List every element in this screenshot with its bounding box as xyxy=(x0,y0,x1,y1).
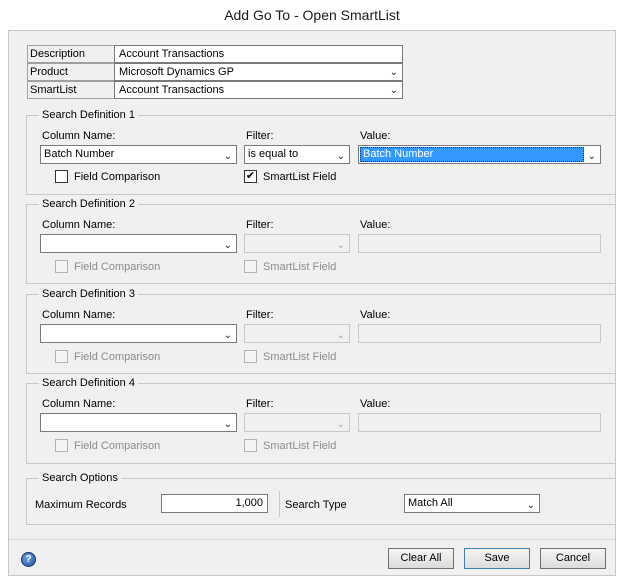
value-field[interactable] xyxy=(358,234,601,253)
value-dropdown[interactable]: Batch Number ⌄ xyxy=(358,145,601,164)
field-comparison-checkbox[interactable] xyxy=(55,260,68,273)
smartlist-dropdown[interactable]: Account Transactions ⌄ xyxy=(114,81,403,99)
help-icon[interactable]: ? xyxy=(21,552,36,567)
search-options-title: Search Options xyxy=(39,471,121,485)
value-field[interactable] xyxy=(358,324,601,343)
chevron-down-icon[interactable]: ⌄ xyxy=(224,237,232,254)
column-name-dropdown[interactable]: ⌄ xyxy=(40,413,237,432)
chevron-down-icon[interactable]: ⌄ xyxy=(224,148,232,165)
search-type-dropdown[interactable]: Match All ⌄ xyxy=(404,494,540,513)
smartlist-field-checkbox[interactable]: ✔ xyxy=(244,170,257,183)
smartlist-field-label: SmartList Field xyxy=(263,351,337,363)
smartlist-field-label: SmartList Field xyxy=(263,440,337,452)
chevron-down-icon[interactable]: ⌄ xyxy=(527,497,535,514)
maximum-records-label: Maximum Records xyxy=(35,499,127,511)
window-frame-right xyxy=(616,30,624,576)
maximum-records-value: 1,000 xyxy=(235,497,263,509)
chevron-down-icon[interactable]: ⌄ xyxy=(337,416,345,433)
filter-label: Filter: xyxy=(246,130,274,142)
description-field[interactable]: Account Transactions xyxy=(114,45,403,63)
field-comparison-label: Field Comparison xyxy=(74,440,161,452)
chevron-down-icon[interactable]: ⌄ xyxy=(224,416,232,433)
chevron-down-icon[interactable]: ⌄ xyxy=(337,148,345,165)
smartlist-field-checkbox[interactable] xyxy=(244,260,257,273)
column-name-dropdown[interactable]: Batch Number ⌄ xyxy=(40,145,237,164)
smartlist-field-checkbox[interactable] xyxy=(244,350,257,363)
value-label: Value: xyxy=(360,309,391,321)
search-definition-4: Search Definition 4 Column Name: ⌄ Filte… xyxy=(26,376,616,464)
filter-value: is equal to xyxy=(248,148,299,160)
column-name-label: Column Name: xyxy=(42,309,116,321)
column-name-label: Column Name: xyxy=(42,398,116,410)
search-definition-2-title: Search Definition 2 xyxy=(39,197,138,211)
field-comparison-label: Field Comparison xyxy=(74,351,161,363)
window-frame-bottom xyxy=(0,576,624,584)
filter-label: Filter: xyxy=(246,398,274,410)
search-definition-1: Search Definition 1 Column Name: Batch N… xyxy=(26,108,616,195)
chevron-down-icon[interactable]: ⌄ xyxy=(390,65,398,81)
search-definition-3-title: Search Definition 3 xyxy=(39,287,138,301)
chevron-down-icon[interactable]: ⌄ xyxy=(337,237,345,254)
value-label: Value: xyxy=(360,398,391,410)
description-label: Description xyxy=(27,45,115,63)
filter-label: Filter: xyxy=(246,309,274,321)
field-comparison-label: Field Comparison xyxy=(74,261,161,273)
description-value: Account Transactions xyxy=(119,48,225,60)
filter-label: Filter: xyxy=(246,219,274,231)
value-field[interactable] xyxy=(358,413,601,432)
filter-dropdown[interactable]: ⌄ xyxy=(244,234,350,253)
dialog-body: Description Account Transactions Product… xyxy=(8,30,616,576)
filter-dropdown[interactable]: is equal to ⌄ xyxy=(244,145,350,164)
column-name-dropdown[interactable]: ⌄ xyxy=(40,234,237,253)
chevron-down-icon[interactable]: ⌄ xyxy=(390,83,398,99)
smartlist-field-label: SmartList Field xyxy=(263,171,337,183)
column-name-value: Batch Number xyxy=(44,148,115,160)
search-definition-3: Search Definition 3 Column Name: ⌄ Filte… xyxy=(26,287,616,374)
column-name-dropdown[interactable]: ⌄ xyxy=(40,324,237,343)
smartlist-value: Account Transactions xyxy=(119,84,225,96)
field-comparison-checkbox[interactable] xyxy=(55,350,68,363)
field-comparison-label: Field Comparison xyxy=(74,171,161,183)
search-definition-4-title: Search Definition 4 xyxy=(39,376,138,390)
search-definition-1-title: Search Definition 1 xyxy=(39,108,138,122)
footer-separator xyxy=(9,539,615,540)
window-frame-left xyxy=(0,30,8,576)
product-label: Product xyxy=(27,63,115,81)
options-divider xyxy=(279,491,280,517)
search-options: Search Options Maximum Records 1,000 Sea… xyxy=(26,471,616,525)
value-selected-text: Batch Number xyxy=(360,147,584,162)
add-go-to-dialog: Add Go To - Open SmartList Description A… xyxy=(0,0,624,584)
product-value: Microsoft Dynamics GP xyxy=(119,66,234,78)
window-title: Add Go To - Open SmartList xyxy=(0,0,624,30)
maximum-records-field[interactable]: 1,000 xyxy=(161,494,268,513)
column-name-label: Column Name: xyxy=(42,219,116,231)
clear-all-button[interactable]: Clear All xyxy=(388,548,454,569)
filter-dropdown[interactable]: ⌄ xyxy=(244,324,350,343)
chevron-down-icon[interactable]: ⌄ xyxy=(337,327,345,344)
value-label: Value: xyxy=(360,219,391,231)
field-comparison-checkbox[interactable] xyxy=(55,439,68,452)
search-type-value: Match All xyxy=(408,497,453,509)
search-definition-2: Search Definition 2 Column Name: ⌄ Filte… xyxy=(26,197,616,284)
smartlist-field-label: SmartList Field xyxy=(263,261,337,273)
save-button[interactable]: Save xyxy=(464,548,530,569)
search-type-label: Search Type xyxy=(285,499,347,511)
cancel-button[interactable]: Cancel xyxy=(540,548,606,569)
column-name-label: Column Name: xyxy=(42,130,116,142)
field-comparison-checkbox[interactable] xyxy=(55,170,68,183)
smartlist-field-checkbox[interactable] xyxy=(244,439,257,452)
value-label: Value: xyxy=(360,130,391,142)
chevron-down-icon[interactable]: ⌄ xyxy=(224,327,232,344)
product-dropdown[interactable]: Microsoft Dynamics GP ⌄ xyxy=(114,63,403,81)
chevron-down-icon[interactable]: ⌄ xyxy=(588,148,596,165)
smartlist-label: SmartList xyxy=(27,81,115,99)
filter-dropdown[interactable]: ⌄ xyxy=(244,413,350,432)
